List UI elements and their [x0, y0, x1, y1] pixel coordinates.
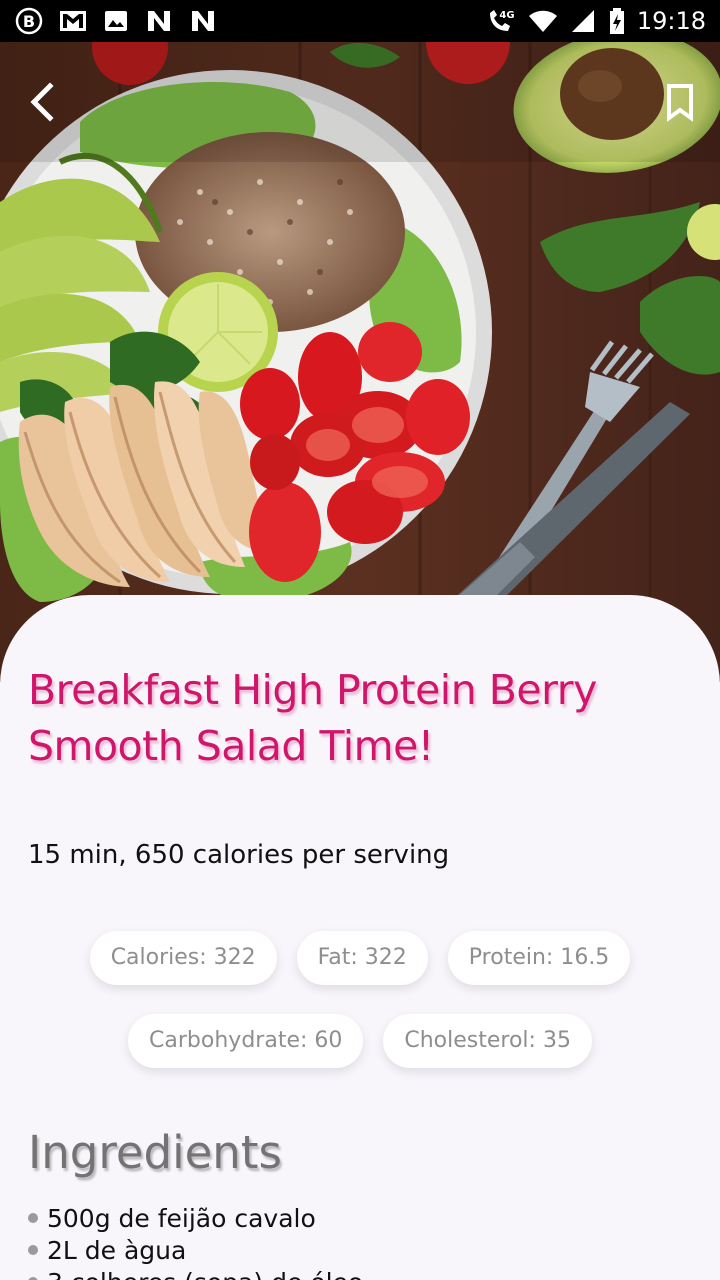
ingredient-text: 500g de feijão cavalo — [47, 1203, 316, 1233]
ingredient-item: 2L de àgua — [28, 1234, 363, 1266]
image-icon — [105, 11, 127, 31]
network-type-label: 4G — [499, 10, 514, 21]
n-app-icon — [148, 11, 170, 31]
clock: 19:18 — [636, 7, 706, 35]
bullet-icon — [28, 1245, 38, 1255]
back-button[interactable] — [20, 78, 64, 126]
recipe-hero-image — [0, 42, 720, 682]
recipe-summary: 15 min, 650 calories per serving — [28, 840, 450, 870]
signal-icon — [571, 10, 594, 32]
recipe-title: Breakfast High Protein Berry Smooth Sala… — [28, 666, 597, 770]
nutrition-chips-row-2: Carbohydrate: 60 Cholesterol: 35 — [0, 1014, 720, 1068]
status-bar: B 4G 19:18 — [0, 0, 720, 42]
gmail-icon — [60, 11, 86, 31]
system-icons: 4G 19:18 — [485, 6, 706, 36]
notification-icons: B — [14, 6, 218, 36]
ingredient-item: 500g de feijão cavalo — [28, 1202, 363, 1234]
wifi-call-icon: 4G — [489, 10, 514, 31]
salad-photo-illustration — [0, 42, 720, 682]
svg-text:B: B — [23, 12, 35, 31]
nutrition-chips-row-1: Calories: 322 Fat: 322 Protein: 16.5 — [0, 931, 720, 985]
chevron-left-icon — [30, 82, 54, 122]
nutrition-chip-fat: Fat: 322 — [296, 931, 428, 985]
bookmark-outline-icon — [667, 84, 693, 122]
nutrition-chip-calories: Calories: 322 — [89, 931, 277, 985]
ingredients-heading: Ingredients — [28, 1126, 282, 1179]
b-circle-icon: B — [15, 7, 43, 35]
n-app-icon — [192, 11, 214, 31]
bullet-icon — [28, 1213, 38, 1223]
ingredient-text: 2L de àgua — [47, 1235, 187, 1265]
bookmark-button[interactable] — [656, 78, 704, 126]
battery-charging-icon — [609, 8, 624, 34]
ingredient-item: 3 colheres (sopa) de óleo — [28, 1266, 363, 1280]
nutrition-chip-carbohydrate: Carbohydrate: 60 — [128, 1014, 364, 1068]
ingredient-text: 3 colheres (sopa) de óleo — [47, 1268, 363, 1280]
recipe-detail-screen: B 4G 19:18 Breakfast High Protein Berry … — [0, 0, 720, 1280]
nutrition-chip-cholesterol: Cholesterol: 35 — [383, 1014, 592, 1068]
ingredients-list: 500g de feijão cavalo 2L de àgua 3 colhe… — [28, 1202, 363, 1280]
nutrition-chip-protein: Protein: 16.5 — [447, 931, 631, 985]
wifi-icon — [528, 10, 557, 32]
